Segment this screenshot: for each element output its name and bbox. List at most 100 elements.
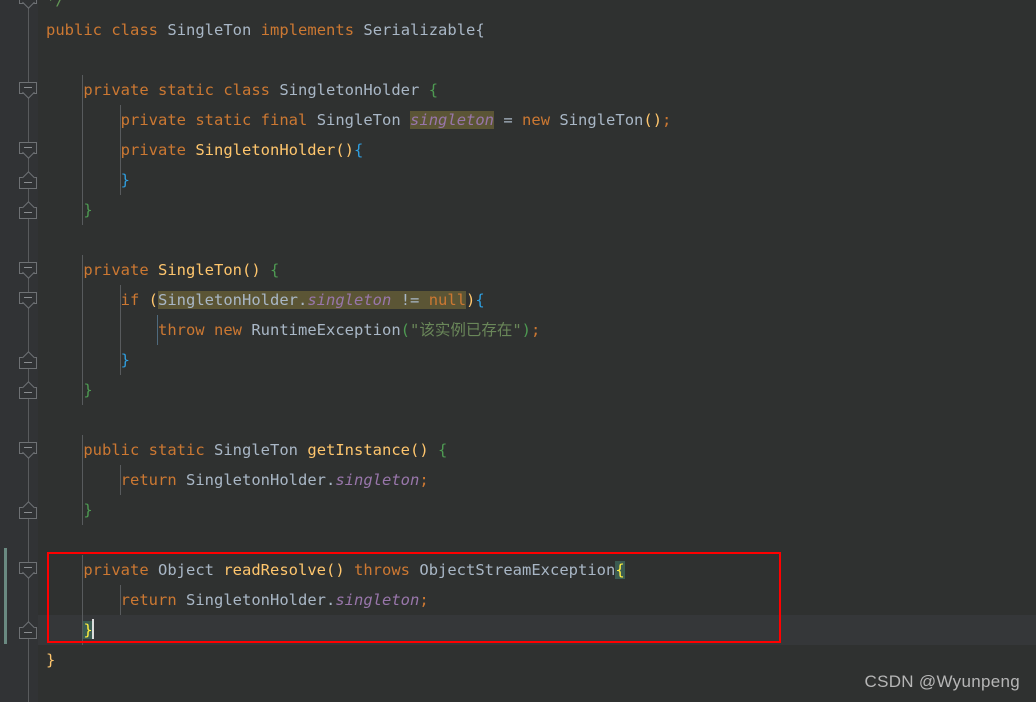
fold-expanded-icon[interactable] <box>19 292 38 309</box>
indent-guide <box>82 435 84 465</box>
editor-gutter[interactable] <box>0 0 38 702</box>
fold-expanded-icon[interactable] <box>19 442 38 459</box>
code-token: singleton <box>410 111 495 129</box>
code-line[interactable]: public static SingleTon getInstance() { <box>38 435 1036 465</box>
code-line[interactable] <box>38 405 1036 435</box>
fold-end-icon[interactable] <box>19 351 38 369</box>
code-line[interactable]: private SingletonHolder(){ <box>38 135 1036 165</box>
code-token: RuntimeException <box>251 321 401 339</box>
fold-dash <box>24 267 32 268</box>
indent-guide <box>82 165 84 195</box>
fold-expanded-icon[interactable] <box>19 262 38 279</box>
code-token: } <box>46 651 56 669</box>
code-line[interactable]: throw new RuntimeException("该实例已存在"); <box>38 315 1036 345</box>
code-token: new <box>522 111 551 129</box>
indent-guide <box>82 465 84 495</box>
fold-end-icon[interactable] <box>19 381 38 399</box>
code-token: { <box>353 141 364 159</box>
code-token: implements <box>260 21 355 39</box>
fold-expanded-icon[interactable] <box>19 562 38 579</box>
fold-tip <box>22 0 35 9</box>
code-line[interactable]: private Object readResolve() throws Obje… <box>38 555 1036 585</box>
code-token: { <box>475 291 485 309</box>
code-line[interactable]: } <box>38 615 1036 645</box>
code-token: != <box>400 291 420 309</box>
code-line[interactable]: if (SingletonHolder.singleton != null){ <box>38 285 1036 315</box>
code-content[interactable]: */ public class SingleTon implements Seri… <box>38 0 1036 702</box>
code-token: static <box>158 81 214 99</box>
code-token: SingleTon <box>158 261 242 279</box>
code-token: SingleTon <box>316 111 401 129</box>
code-token: singleton <box>335 471 420 489</box>
indent-guide <box>119 465 121 495</box>
fold-end-icon[interactable] <box>19 621 38 639</box>
fold-end-icon[interactable] <box>19 501 38 519</box>
code-line[interactable]: } <box>38 495 1036 525</box>
code-token: getInstance <box>307 441 411 459</box>
code-line[interactable]: public class SingleTon implements Serial… <box>38 15 1036 45</box>
vcs-change-marker[interactable] <box>4 548 7 644</box>
code-token: singleton <box>307 291 392 309</box>
code-line[interactable] <box>38 45 1036 75</box>
code-token: SingleTon <box>167 21 252 39</box>
code-token: public <box>46 21 102 39</box>
code-line[interactable] <box>38 525 1036 555</box>
code-token: ; <box>531 321 541 339</box>
code-line[interactable]: return SingletonHolder.singleton; <box>38 465 1036 495</box>
code-token: } <box>83 381 93 399</box>
code-token: ) <box>466 291 476 309</box>
indent-guide <box>82 135 84 165</box>
code-line[interactable]: */ <box>38 0 1036 15</box>
fold-expanded-icon[interactable] <box>19 0 38 9</box>
code-line[interactable]: return SingletonHolder.singleton; <box>38 585 1036 615</box>
fold-dash <box>24 362 32 363</box>
indent-guide <box>82 195 84 225</box>
code-token: static <box>195 111 252 129</box>
code-token: SingletonHolder <box>158 291 298 309</box>
code-line[interactable]: } <box>38 165 1036 195</box>
fold-dash <box>24 567 32 568</box>
fold-expanded-icon[interactable] <box>19 142 38 159</box>
code-editor[interactable]: */ public class SingleTon implements Seri… <box>0 0 1036 702</box>
indent-guide <box>82 585 84 615</box>
code-line[interactable]: private static class SingletonHolder { <box>38 75 1036 105</box>
code-line[interactable]: } <box>38 645 1036 675</box>
watermark-text: CSDN @Wyunpeng <box>864 672 1020 691</box>
code-token: () <box>242 261 261 279</box>
code-token: "该实例已存在" <box>410 321 522 339</box>
code-line[interactable]: private static final SingleTon singleton… <box>38 105 1036 135</box>
code-token: singleton <box>335 591 420 609</box>
code-line[interactable]: } <box>38 195 1036 225</box>
code-line[interactable]: private SingleTon() { <box>38 255 1036 285</box>
code-line[interactable]: } <box>38 345 1036 375</box>
indent-guide <box>82 285 84 315</box>
fold-dash <box>24 512 32 513</box>
code-line[interactable]: } <box>38 375 1036 405</box>
code-token: ( <box>148 291 159 309</box>
code-token: static <box>148 441 205 459</box>
code-token: SingletonHolder <box>195 141 336 159</box>
fold-end-icon[interactable] <box>19 171 38 189</box>
code-line[interactable] <box>38 225 1036 255</box>
fold-end-icon[interactable] <box>19 201 38 219</box>
indent-guide <box>82 255 84 285</box>
indent-guide <box>119 285 121 315</box>
fold-expanded-icon[interactable] <box>19 82 38 99</box>
